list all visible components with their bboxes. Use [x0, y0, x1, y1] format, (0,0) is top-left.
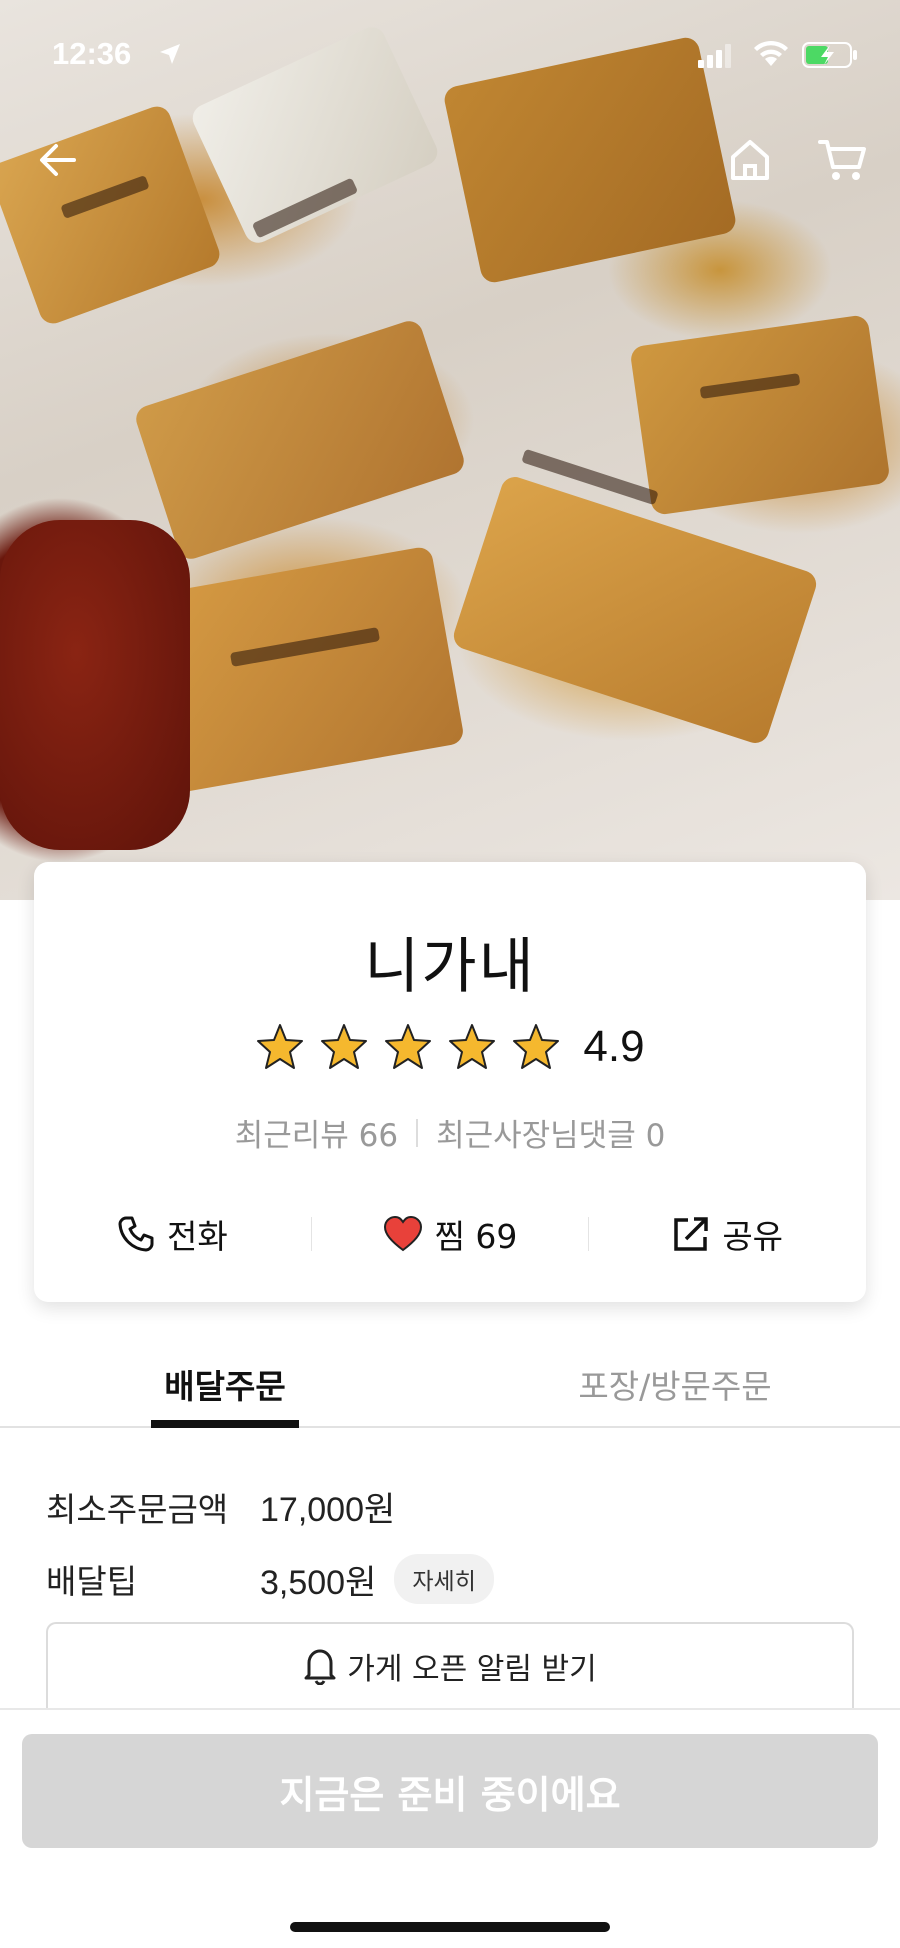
bottom-bar: 지금은 준비 중이에요: [0, 1708, 900, 1948]
owner-replies-link[interactable]: 최근사장님댓글 0: [436, 1110, 665, 1155]
cart-button[interactable]: [812, 130, 872, 190]
star-icon: [449, 1024, 496, 1069]
share-label: 공유: [722, 1217, 784, 1256]
delivery-tip-row: 배달팁 3,500원 자세히: [46, 1554, 494, 1604]
rating-row: 4.9: [34, 1022, 866, 1072]
open-notification-button[interactable]: 가게 오픈 알림 받기: [46, 1622, 854, 1708]
battery-charging-icon: [802, 42, 857, 68]
favorite-label: 찜 69: [434, 1217, 518, 1256]
location-arrow-icon: [160, 44, 180, 64]
cellular-signal-icon: [698, 44, 731, 68]
bell-icon: [304, 1649, 336, 1685]
back-arrow-icon: [40, 144, 76, 176]
heart-icon: [383, 1216, 422, 1252]
home-icon: [731, 140, 769, 180]
back-button[interactable]: [28, 130, 88, 190]
recent-reviews-link[interactable]: 최근리뷰 66: [235, 1110, 398, 1155]
review-summary: 최근리뷰 66 최근사장님댓글 0: [34, 1110, 866, 1155]
preparing-status-button[interactable]: 지금은 준비 중이에요: [22, 1734, 878, 1848]
min-order-row: 최소주문금액 17,000원: [46, 1482, 395, 1531]
share-button[interactable]: 공유: [589, 1210, 866, 1258]
store-info-card: 니가내 4.9 최근리뷰 66 최근사장님댓글 0 전화 찜 69 공유: [34, 862, 866, 1302]
min-order-value: 17,000원: [260, 1491, 396, 1529]
call-button[interactable]: 전화: [34, 1210, 311, 1258]
status-time: 12:36: [52, 36, 132, 71]
star-icon: [385, 1024, 432, 1069]
star-icon: [257, 1024, 304, 1069]
store-actions: 전화 찜 69 공유: [34, 1210, 866, 1258]
tab-delivery[interactable]: 배달주문: [0, 1336, 450, 1426]
call-label: 전화: [166, 1217, 228, 1256]
status-bar: 12:36: [0, 0, 900, 110]
star-icon: [321, 1024, 368, 1069]
store-name: 니가내: [364, 932, 536, 1002]
home-button[interactable]: [720, 130, 780, 190]
divider: [416, 1118, 419, 1147]
order-type-tabs: 배달주문 포장/방문주문: [0, 1336, 900, 1428]
wifi-icon: [754, 40, 788, 66]
share-icon: [674, 1217, 709, 1251]
rating-value: 4.9: [583, 1022, 645, 1071]
open-notification-label: 가게 오픈 알림 받기: [347, 1652, 597, 1687]
tab-pickup[interactable]: 포장/방문주문: [450, 1336, 900, 1426]
cart-icon: [818, 140, 866, 180]
delivery-tip-label: 배달팁: [46, 1562, 138, 1601]
star-icon: [513, 1024, 560, 1069]
delivery-tip-detail-button[interactable]: 자세히: [394, 1554, 494, 1604]
home-indicator: [290, 1922, 610, 1932]
min-order-label: 최소주문금액: [46, 1489, 229, 1529]
delivery-tip-value: 3,500원: [260, 1563, 377, 1602]
favorite-button[interactable]: 찜 69: [312, 1210, 589, 1258]
phone-icon: [118, 1216, 154, 1252]
